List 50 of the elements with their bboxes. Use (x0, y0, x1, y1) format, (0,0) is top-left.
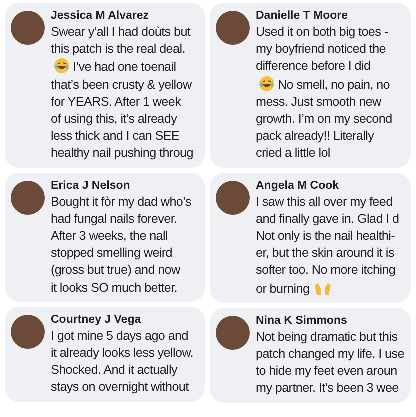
commenter-name[interactable]: Danielle T Moore (256, 9, 392, 23)
commenter-name[interactable]: Erica J Nelson (51, 178, 192, 193)
comment-line: I saw this all over my feed (256, 194, 394, 211)
comment-line: healthy nail pushing throug (51, 145, 194, 162)
comment-line: this patch is the real deal. (51, 41, 186, 58)
comment-line: my partner. It’s been 3 wee (256, 380, 400, 398)
comment-line: difference before I did (256, 58, 372, 76)
comment-line: I’ve had one toenail (73, 60, 176, 74)
avatar[interactable] (11, 180, 45, 215)
avatar[interactable] (11, 314, 45, 349)
comment-line: pack already!! Literally (256, 128, 376, 146)
avatar[interactable] (11, 11, 45, 45)
comment-line: that’s been crusty & yellow (51, 76, 193, 94)
comment-line: Used it on both big toes - (256, 24, 390, 41)
comment-line: Not being dramatic but this (256, 328, 399, 346)
comment-line: my boyfriend noticed the (256, 41, 388, 58)
comment-line: cried a little lol (256, 145, 332, 162)
commenter-name[interactable]: Jessica M Alvarez (51, 9, 194, 23)
comment-line: mess. Just smooth new (256, 94, 382, 111)
comment-line: less thick and I can SEE (51, 128, 181, 146)
comment-line: it already looks less yellow. (51, 345, 194, 362)
commenter-name[interactable]: Courtney J Vega (51, 312, 194, 327)
avatar[interactable] (216, 180, 250, 215)
comment-line: er, but the skin around it is (256, 245, 396, 262)
comment-line: Not only is the nail healthi- (256, 228, 396, 246)
comment-line: of using this, it’s already (51, 111, 178, 128)
commenter-name[interactable]: Angela M Cook (256, 178, 400, 193)
laughing-emoji-icon (259, 76, 275, 92)
laughing-emoji-icon (54, 58, 70, 74)
comment-line: for YEARS. After 1 week (51, 94, 182, 111)
comment-line: stays on overnight without (51, 379, 190, 396)
comment-line: and finally gave in. Glad I d (256, 210, 400, 228)
comment-line: (gross but true) and now (51, 262, 182, 280)
comment-line: No smell, no pain, no (278, 78, 390, 92)
comment-line: to hide my feet even aroun (256, 363, 398, 380)
avatar[interactable] (216, 316, 250, 350)
comment-line: or burning (256, 282, 310, 296)
comment-line: it looks SO much better. (51, 280, 178, 297)
avatar[interactable] (216, 11, 250, 45)
comment-line: patch changed my life. I use (256, 346, 404, 364)
comment-line: Shocked. And it actually (51, 362, 179, 380)
comment-line: Bought it fòr my dad who’s (51, 194, 192, 211)
comment-line: softer too. No more itching (256, 262, 397, 280)
comment-line: I got mine 5 days ago and (51, 328, 190, 345)
comment-line: stopped smelling weird (51, 245, 174, 262)
comment-line: growth. I’m on my second (256, 111, 392, 128)
comment-line: After 3 weeks, the nall (51, 228, 170, 246)
comment-line: had fungal nails forever. (51, 210, 178, 228)
commenter-name[interactable]: Nina K Simmons (256, 314, 404, 328)
comment-line: Swear y’all I had doùts but (51, 24, 192, 41)
